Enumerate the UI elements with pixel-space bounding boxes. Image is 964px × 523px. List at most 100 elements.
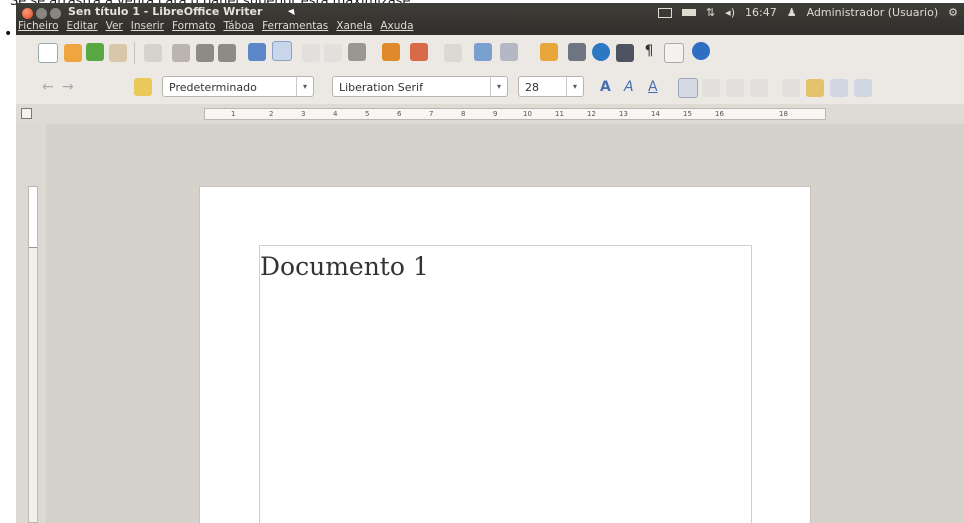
paragraph-style-select[interactable]: Predeterminado ▾ <box>162 76 314 97</box>
system-tray: ⇅ ◂) 16:47 ♟ Administrador (Usuario) ⚙ <box>657 6 958 19</box>
hyperlink-icon[interactable] <box>474 43 492 61</box>
bold-icon[interactable]: A <box>600 79 618 97</box>
ruler-mark: 14 <box>651 110 660 118</box>
ruler-mark: 3 <box>301 110 306 118</box>
save-icon[interactable] <box>86 43 104 61</box>
text-boundaries <box>259 245 752 523</box>
ruler-mark: 7 <box>429 110 434 118</box>
menubar: Ficheiro Editar Ver Inserir Formato Tábo… <box>18 20 414 32</box>
copy-icon[interactable] <box>324 44 342 62</box>
print-icon[interactable] <box>196 44 214 62</box>
clone-formatting-icon[interactable] <box>382 43 400 61</box>
menu-ver[interactable]: Ver <box>106 20 123 32</box>
chart-icon[interactable] <box>540 43 558 61</box>
screenshot: Sen título 1 - LibreOffice Writer Fichei… <box>16 3 964 523</box>
underline-icon[interactable]: A <box>648 79 666 97</box>
mail-icon[interactable] <box>657 7 672 18</box>
document-page[interactable]: Documento 1 <box>200 187 810 523</box>
network-icon[interactable]: ⇅ <box>706 6 715 19</box>
document-workspace: Documento 1 <box>46 124 964 523</box>
italic-icon[interactable]: A <box>624 79 642 97</box>
decrease-indent-icon[interactable] <box>830 79 848 97</box>
email-document-icon[interactable] <box>109 44 127 62</box>
align-left-icon[interactable] <box>678 78 698 98</box>
menu-taboa[interactable]: Táboa <box>223 20 254 32</box>
increase-indent-icon[interactable] <box>854 79 872 97</box>
align-center-icon[interactable] <box>702 79 720 97</box>
print-preview-icon[interactable] <box>218 44 236 62</box>
chevron-down-icon[interactable]: ▾ <box>566 77 583 96</box>
horizontal-ruler[interactable]: 1 2 3 4 5 6 7 8 9 10 11 12 13 14 15 16 1… <box>204 108 826 120</box>
font-size-value: 28 <box>525 81 539 94</box>
menu-editar[interactable]: Editar <box>67 20 98 32</box>
clock[interactable]: 16:47 <box>745 6 777 19</box>
zoom-icon[interactable] <box>664 43 684 63</box>
formatting-marks-icon[interactable]: ¶ <box>640 43 658 61</box>
volume-icon[interactable]: ◂) <box>725 6 735 19</box>
justify-icon[interactable] <box>750 79 768 97</box>
top-panel: Sen título 1 - LibreOffice Writer Fichei… <box>16 3 964 35</box>
cut-icon[interactable] <box>302 44 320 62</box>
vertical-ruler[interactable] <box>28 186 38 523</box>
chevron-down-icon[interactable]: ▾ <box>490 77 507 96</box>
forward-arrow-icon[interactable]: → <box>62 79 80 97</box>
window-close-button[interactable] <box>22 8 33 19</box>
user-menu[interactable]: Administrador (Usuario) <box>807 6 939 19</box>
draw-functions-icon[interactable] <box>568 43 586 61</box>
undo-icon[interactable] <box>410 43 428 61</box>
font-size-select[interactable]: 28 ▾ <box>518 76 584 97</box>
gallery-icon[interactable] <box>616 44 634 62</box>
paste-icon[interactable] <box>348 43 366 61</box>
menu-xanela[interactable]: Xanela <box>336 20 372 32</box>
numbering-icon[interactable] <box>782 79 800 97</box>
back-arrow-icon[interactable]: ← <box>42 79 60 97</box>
ruler-mark: 11 <box>555 110 564 118</box>
ruler-mark: 18 <box>779 110 788 118</box>
styles-formatting-icon[interactable] <box>134 78 152 96</box>
window-minimize-button[interactable] <box>36 8 47 19</box>
ruler-mark: 6 <box>397 110 402 118</box>
font-name-value: Liberation Serif <box>339 81 423 94</box>
table-icon[interactable] <box>500 43 518 61</box>
menu-formato[interactable]: Formato <box>172 20 215 32</box>
export-pdf-icon[interactable] <box>172 44 190 62</box>
chevron-down-icon[interactable]: ▾ <box>296 77 313 96</box>
ruler-mark: 2 <box>269 110 274 118</box>
new-document-icon[interactable] <box>38 43 58 63</box>
spellcheck-icon[interactable] <box>248 43 266 61</box>
edit-file-icon[interactable] <box>144 44 162 62</box>
gear-icon[interactable]: ⚙ <box>948 6 958 19</box>
user-icon: ♟ <box>786 6 797 19</box>
ruler-mark: 12 <box>587 110 596 118</box>
mouse-cursor-icon <box>287 6 298 16</box>
ruler-mark: 5 <box>365 110 370 118</box>
open-folder-icon[interactable] <box>64 44 82 62</box>
ruler-mark: 16 <box>715 110 724 118</box>
ruler-mark: 15 <box>683 110 692 118</box>
battery-icon[interactable] <box>681 9 696 16</box>
ruler-bar: 1 2 3 4 5 6 7 8 9 10 11 12 13 14 15 16 1… <box>16 104 964 125</box>
autospellcheck-icon[interactable] <box>272 41 292 61</box>
font-name-select[interactable]: Liberation Serif ▾ <box>332 76 508 97</box>
ruler-mark: 4 <box>333 110 338 118</box>
navigator-icon[interactable] <box>592 43 610 61</box>
redo-icon[interactable] <box>444 44 462 62</box>
window-maximize-button[interactable] <box>50 8 61 19</box>
ruler-mark: 9 <box>493 110 498 118</box>
paragraph-style-value: Predeterminado <box>169 81 257 94</box>
align-right-icon[interactable] <box>726 79 744 97</box>
list-bullet: • <box>4 26 13 42</box>
document-text[interactable]: Documento 1 <box>260 252 429 281</box>
ruler-mark: 1 <box>231 110 236 118</box>
menu-ferramentas[interactable]: Ferramentas <box>262 20 328 32</box>
ruler-mark: 13 <box>619 110 628 118</box>
help-icon[interactable] <box>692 42 710 60</box>
bullets-icon[interactable] <box>806 79 824 97</box>
tab-stop-selector[interactable] <box>21 108 32 119</box>
standard-toolbar: ¶ <box>16 35 964 72</box>
menu-axuda[interactable]: Axuda <box>380 20 413 32</box>
menu-ficheiro[interactable]: Ficheiro <box>18 20 59 32</box>
menu-inserir[interactable]: Inserir <box>131 20 164 32</box>
window-title: Sen título 1 - LibreOffice Writer <box>68 5 263 18</box>
formatting-toolbar: ← → Predeterminado ▾ Liberation Serif ▾ … <box>16 71 964 105</box>
